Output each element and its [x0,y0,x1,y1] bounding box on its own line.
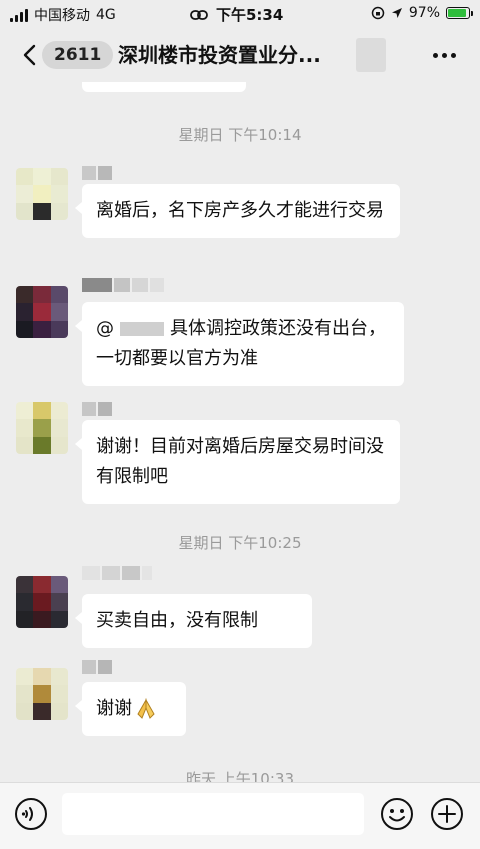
avatar[interactable] [16,402,68,454]
rotation-lock-icon [371,6,385,20]
voice-icon[interactable] [14,797,48,831]
chat-title: 深圳楼市投资置业分... [118,43,321,67]
more-icon[interactable] [433,53,456,58]
redacted-nickname [82,566,152,580]
redacted-nickname [82,402,112,416]
message-text: 离婚后，名下房产多久才能进行交易 [96,200,384,221]
message-text: 谢谢 [96,698,132,719]
time-separator: 昨天 上午10:33 [186,770,294,782]
message-text: 买卖自由，没有限制 [96,610,258,631]
nav-bar: 2611 深圳楼市投资置业分... [0,28,480,82]
redacted-area [356,38,386,72]
message-bubble[interactable]: 谢谢 [75,682,186,736]
status-center: 下午5:34 [190,4,283,25]
message-text: 谢谢！目前对离婚后房屋交易时间没有限制吧 [96,436,384,487]
redacted-mention [120,322,164,336]
signal-icon [10,8,28,22]
time-separator: 星期日 下午10:25 [178,534,302,552]
redacted-nickname [82,660,112,674]
avatar[interactable] [16,668,68,720]
message-bubble[interactable]: 买卖自由，没有限制 [75,594,312,648]
status-bar: 中国移动 4G 下午5:34 97% [0,0,480,28]
carrier-label: 中国移动 [34,8,90,24]
battery-icon [446,7,473,19]
back-chevron-icon[interactable] [18,42,44,68]
message-bubble-partial [82,82,246,92]
chat-area[interactable]: 星期日 下午10:14 离婚后，名下房产多久才能进行交易 @ 具体调控政策还没有出… [0,82,480,782]
avatar[interactable] [16,168,68,220]
message-bubble[interactable]: 离婚后，名下房产多久才能进行交易 [75,184,400,238]
unread-count-badge[interactable]: 2611 [42,41,114,69]
message-input[interactable] [62,793,364,835]
network-label: 4G [96,7,116,23]
emoji-icon[interactable] [380,797,414,831]
battery-percent: 97% [408,5,440,21]
praying-hands-icon [137,698,155,719]
clock-label: 下午5:34 [216,6,284,24]
avatar[interactable] [16,576,68,628]
plus-icon[interactable] [430,797,464,831]
input-bar [0,782,480,849]
status-left: 中国移动 4G [10,5,116,25]
location-icon [391,8,402,18]
message-bubble[interactable]: @ 具体调控政策还没有出台，一切都要以官方为准 [75,302,404,386]
link-icon [190,9,208,20]
redacted-nickname [82,166,112,180]
mention-symbol: @ [96,318,114,339]
message-bubble[interactable]: 谢谢！目前对离婚后房屋交易时间没有限制吧 [75,420,400,504]
time-separator: 星期日 下午10:14 [178,126,302,144]
redacted-nickname [82,278,164,292]
status-right: 97% [371,5,473,21]
avatar[interactable] [16,286,68,338]
